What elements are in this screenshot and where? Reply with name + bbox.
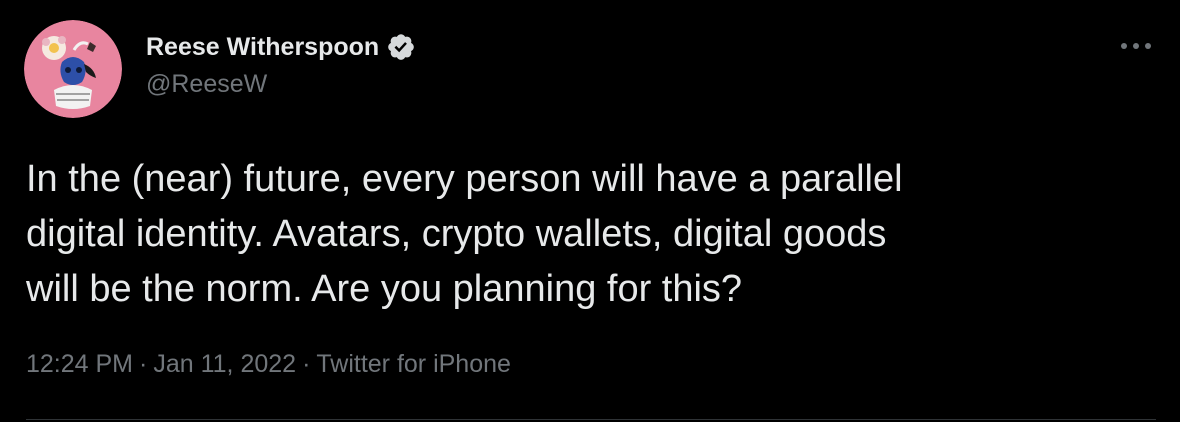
verified-badge-icon (386, 32, 416, 62)
tweet-card: Reese Witherspoon @ReeseW In the (near) … (0, 0, 1180, 422)
divider (26, 419, 1156, 420)
author-name-row: Reese Witherspoon (146, 30, 416, 64)
tweet-text-line: will be the norm. Are you planning for t… (26, 268, 743, 310)
more-options-button[interactable] (1118, 34, 1154, 58)
tweet-text: In the (near) future, every person will … (26, 152, 1146, 317)
author-handle[interactable]: @ReeseW (146, 70, 267, 99)
profile-avatar[interactable] (24, 20, 122, 118)
author-display-name[interactable]: Reese Witherspoon (146, 33, 379, 62)
meta-separator: · (139, 350, 148, 378)
avatar-image (24, 20, 122, 118)
meta-separator: · (302, 350, 311, 378)
tweet-text-line: digital identity. Avatars, crypto wallet… (26, 213, 887, 255)
tweet-time[interactable]: 12:24 PM (26, 350, 133, 378)
tweet-metadata: 12:24 PM · Jan 11, 2022 · Twitter for iPhone (26, 350, 511, 379)
more-options-icon (1121, 43, 1151, 49)
tweet-source[interactable]: Twitter for iPhone (316, 350, 511, 378)
tweet-text-line: In the (near) future, every person will … (26, 158, 903, 200)
tweet-date[interactable]: Jan 11, 2022 (153, 350, 296, 378)
